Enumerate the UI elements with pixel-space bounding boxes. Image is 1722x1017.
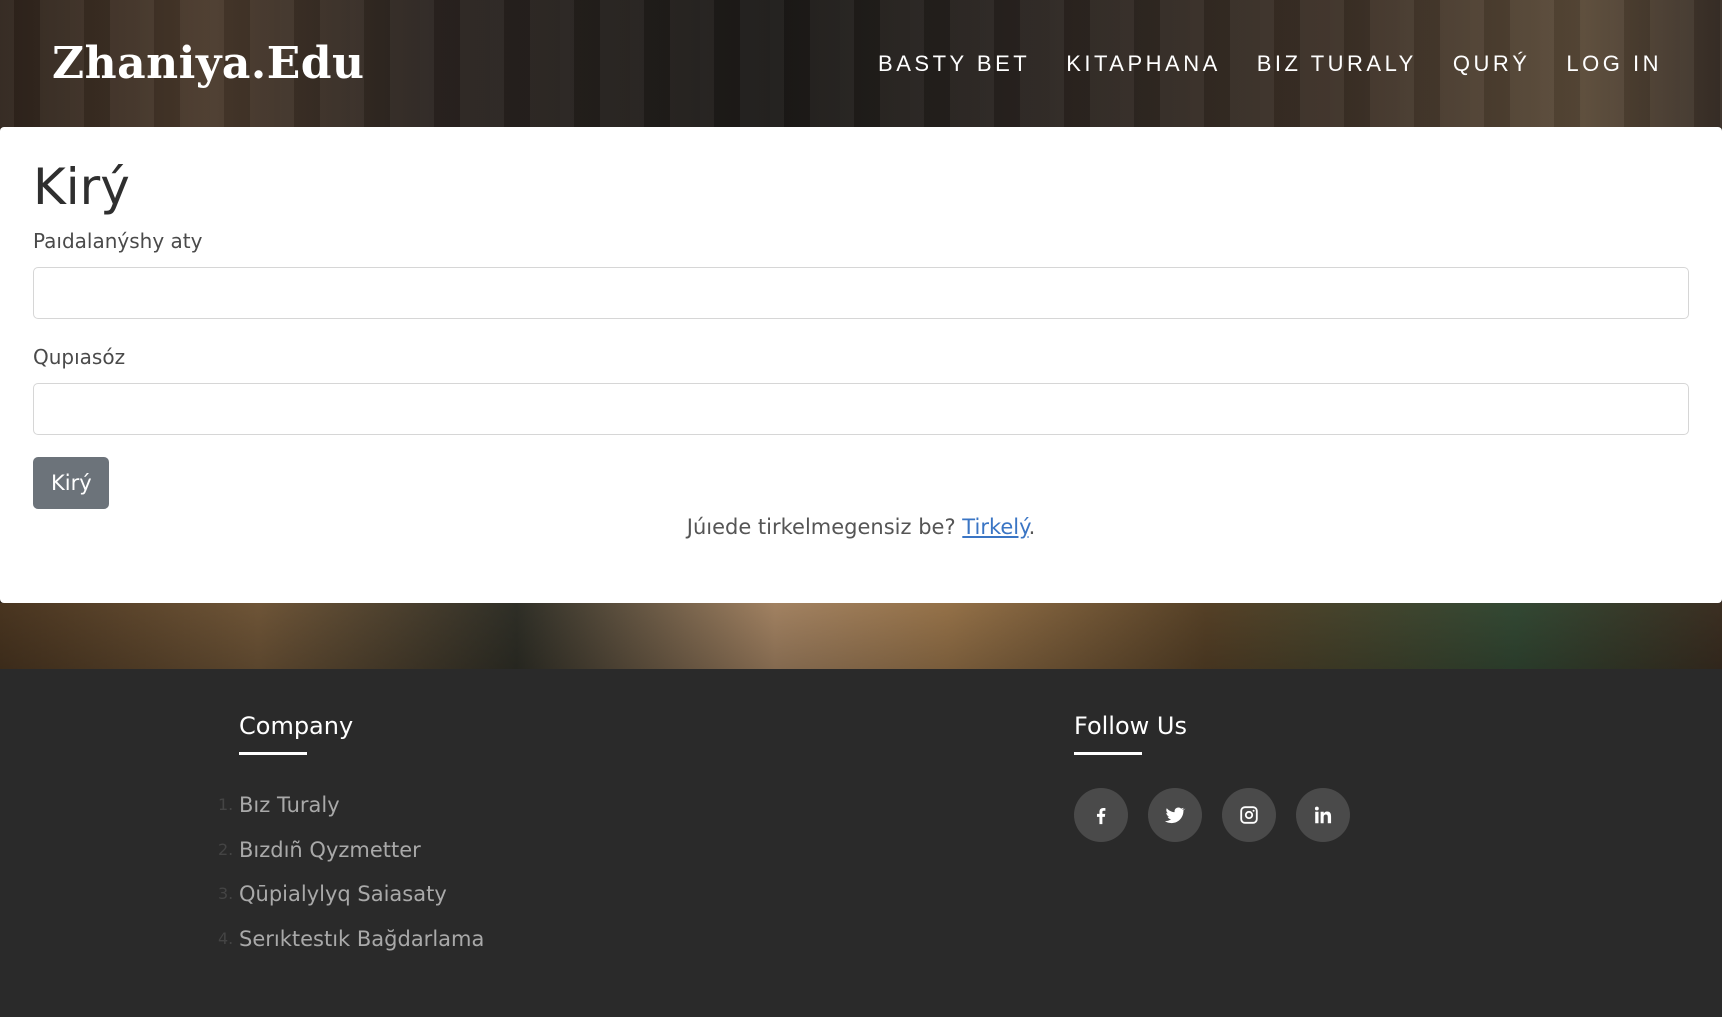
list-number: 4. bbox=[218, 928, 234, 948]
list-number: 1. bbox=[218, 795, 234, 814]
username-label: Paıdalanýshy aty bbox=[33, 229, 203, 253]
twitter-icon[interactable] bbox=[1148, 788, 1202, 842]
brand-logo[interactable]: Zhaniya.Edu bbox=[52, 38, 365, 89]
username-input[interactable] bbox=[33, 267, 1689, 319]
register-link[interactable]: Tirkelý bbox=[962, 515, 1028, 539]
password-input[interactable] bbox=[33, 383, 1689, 435]
follow-title: Follow Us bbox=[1074, 712, 1187, 740]
nav-about[interactable]: BIZ TURALY bbox=[1257, 51, 1417, 77]
company-title: Company bbox=[239, 712, 354, 740]
footer-link-privacy[interactable]: 3. Qūpialylyq Saiasaty bbox=[218, 872, 484, 917]
social-links bbox=[1074, 788, 1350, 842]
footer-link-affiliate[interactable]: 4. Serıktestık Bağdarlama bbox=[218, 917, 485, 962]
site-header: Zhaniya.Edu BASTY BET KITAPHANA BIZ TURA… bbox=[0, 0, 1722, 127]
page-title: Kirý bbox=[33, 158, 130, 216]
footer-link-label: Serıktestık Bağdarlama bbox=[239, 926, 485, 951]
site-footer: Company 1. Bız Turaly 2. Bızdıñ Qyzmetter … bbox=[0, 669, 1722, 1017]
nav-register[interactable]: QURÝ bbox=[1453, 51, 1531, 77]
login-card: Kirý Paıdalanýshy aty Qupıasóz Kirý Júıe… bbox=[0, 127, 1722, 603]
nav-login[interactable]: LOG IN bbox=[1566, 51, 1662, 77]
company-title-underline bbox=[239, 752, 307, 755]
linkedin-icon[interactable] bbox=[1296, 788, 1350, 842]
open-book-backdrop bbox=[0, 603, 1722, 669]
register-prompt-text: Júıede tirkelmegensiz be? bbox=[686, 515, 956, 539]
instagram-icon[interactable] bbox=[1222, 788, 1276, 842]
main-nav: BASTY BET KITAPHANA BIZ TURALY QURÝ LOG … bbox=[878, 51, 1662, 77]
password-label: Qupıasóz bbox=[33, 345, 126, 369]
footer-link-label: Bızdıñ Qyzmetter bbox=[239, 837, 421, 862]
footer-link-label: Bız Turaly bbox=[239, 793, 340, 817]
footer-link-services[interactable]: 2. Bızdıñ Qyzmetter bbox=[218, 828, 484, 873]
company-column: Company 1. Bız Turaly 2. Bızdıñ Qyzmetter … bbox=[218, 712, 485, 962]
footer-link-about[interactable]: 1. Bız Turaly bbox=[218, 783, 484, 828]
follow-title-underline bbox=[1074, 752, 1142, 755]
facebook-icon[interactable] bbox=[1074, 788, 1128, 842]
register-suffix: . bbox=[1028, 515, 1036, 539]
login-button[interactable]: Kirý bbox=[33, 457, 109, 509]
footer-link-label: Qūpialylyq Saiasaty bbox=[239, 882, 447, 906]
company-links: 1. Bız Turaly 2. Bızdıñ Qyzmetter 3. Qūpial… bbox=[218, 783, 485, 962]
register-prompt: Júıede tirkelmegensiz be? Tirkelý. bbox=[33, 515, 1689, 539]
nav-library[interactable]: KITAPHANA bbox=[1066, 51, 1221, 77]
follow-column: Follow Us bbox=[1074, 712, 1350, 842]
list-number: 3. bbox=[218, 884, 234, 903]
list-number: 2. bbox=[218, 839, 234, 859]
nav-home[interactable]: BASTY BET bbox=[878, 51, 1030, 77]
